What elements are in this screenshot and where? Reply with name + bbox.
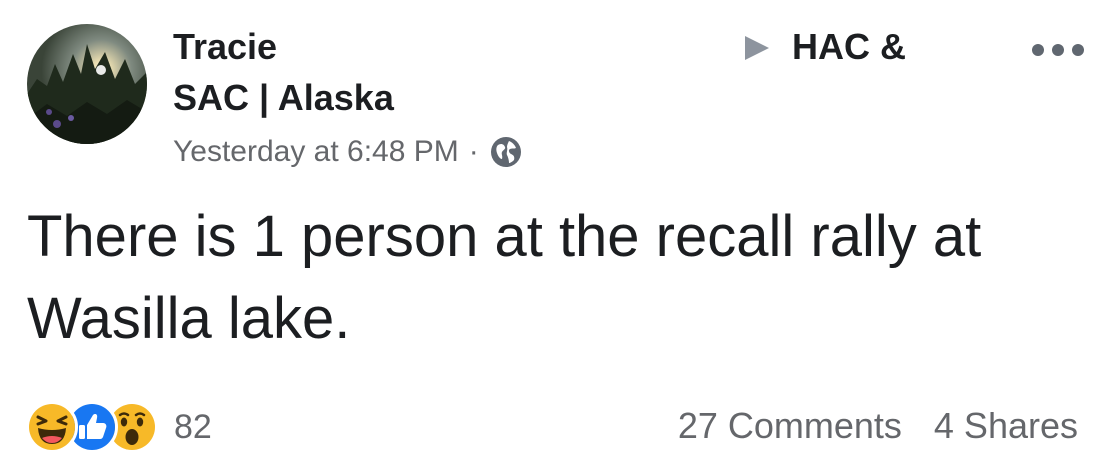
engagement-counts: 27 Comments 4 Shares: [678, 404, 1078, 448]
meta-separator: ·: [468, 135, 479, 168]
facebook-post: Tracie SAC | Alaska HAC & Yesterday at 6…: [0, 0, 1116, 455]
author-name[interactable]: Tracie: [173, 26, 277, 68]
author-name-continued[interactable]: SAC | Alaska: [173, 77, 394, 119]
reaction-count[interactable]: 82: [174, 407, 212, 447]
comments-count[interactable]: 27 Comments: [678, 404, 902, 448]
group-name[interactable]: HAC &: [792, 26, 906, 68]
globe-icon[interactable]: [489, 135, 523, 169]
triangle-right-icon: [745, 36, 769, 60]
post-meta: Yesterday at 6:48 PM ·: [173, 132, 523, 172]
shares-count[interactable]: 4 Shares: [934, 404, 1078, 448]
haha-icon: [26, 401, 78, 453]
post-body-text: There is 1 person at the recall rally at…: [27, 204, 982, 351]
avatar-photo: [27, 24, 147, 144]
more-options-icon[interactable]: [1030, 40, 1086, 60]
reactions-summary[interactable]: 82: [26, 400, 212, 454]
avatar[interactable]: [27, 24, 147, 144]
post-timestamp[interactable]: Yesterday at 6:48 PM: [173, 135, 459, 169]
